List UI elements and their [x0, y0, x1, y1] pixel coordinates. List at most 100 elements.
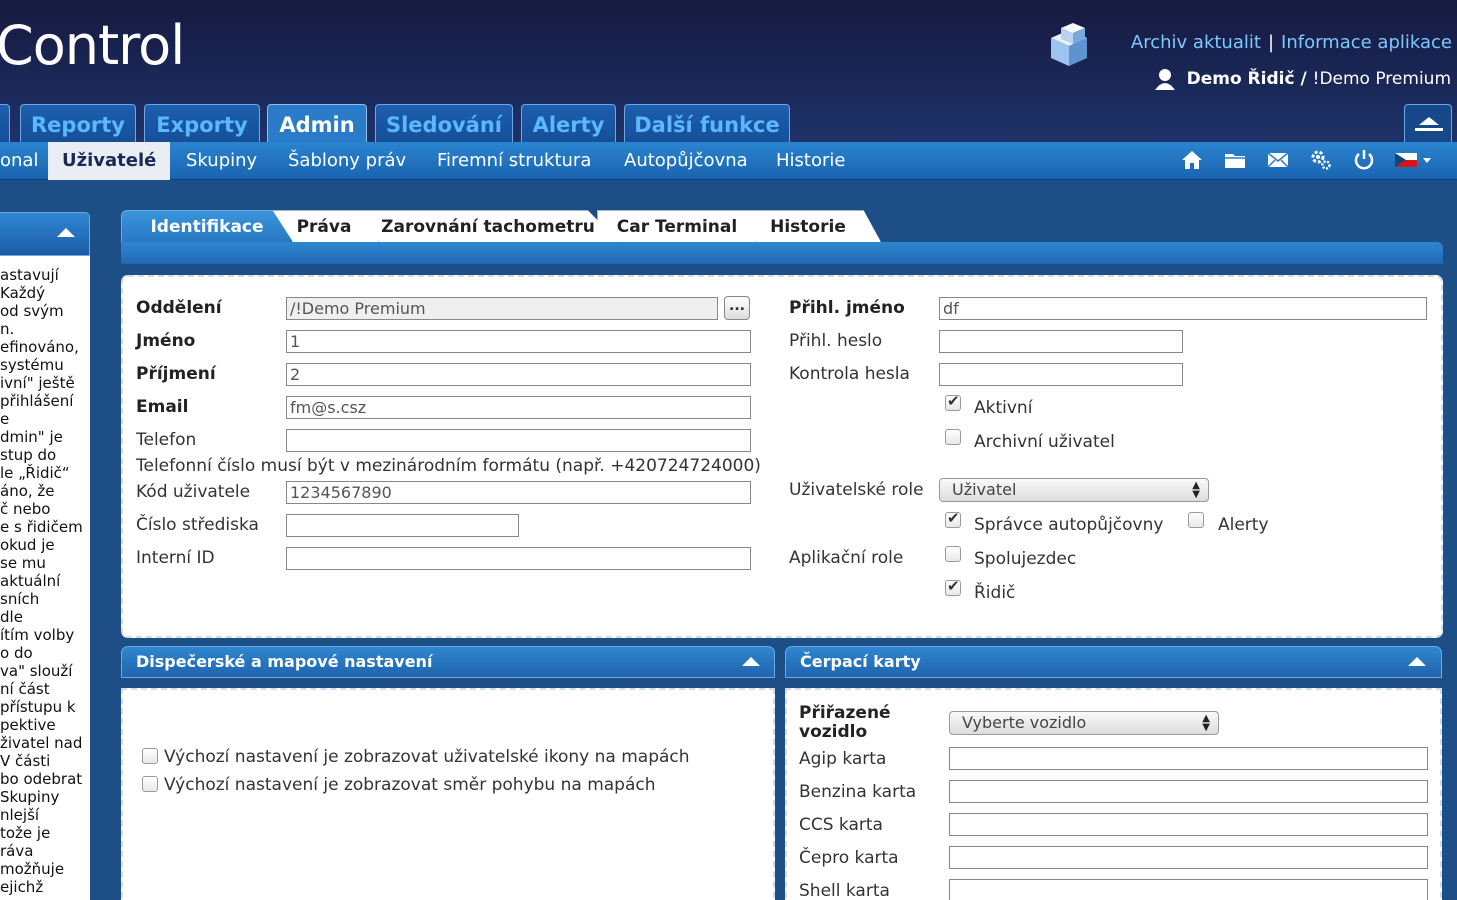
cost-center-field[interactable]: [286, 514, 519, 537]
collapse-header-button[interactable]: [1404, 104, 1452, 142]
news-archive-link[interactable]: Archiv aktualit: [1131, 32, 1261, 53]
agip-field[interactable]: [949, 747, 1428, 770]
cepro-field[interactable]: [949, 846, 1428, 869]
tab-dalsi-funkce[interactable]: Další funkce: [624, 104, 790, 144]
phone-field[interactable]: [286, 429, 751, 452]
ccs-label: CCS karta: [799, 815, 883, 835]
select-arrows-icon: ▲ ▼: [1202, 713, 1210, 733]
user-role-select[interactable]: Uživatel ▲ ▼: [939, 478, 1209, 502]
subnav-item-skupiny[interactable]: Skupiny: [186, 142, 257, 180]
user-icon: [1154, 69, 1175, 90]
help-panel: astavují Každý od svým n. efinováno, systému i…: [0, 212, 90, 900]
tab-alerty[interactable]: Alerty: [521, 104, 616, 144]
shell-field[interactable]: [949, 879, 1428, 900]
subnav-item-firemni-struktura[interactable]: Firemní struktura: [437, 142, 591, 180]
first-name-field[interactable]: 1: [286, 330, 751, 353]
show-direction-label: Výchozí nastavení je zobrazovat směr poh…: [164, 775, 656, 795]
active-label: Aktivní: [974, 398, 1033, 418]
user-name[interactable]: Demo Řidič: [1187, 69, 1295, 89]
app-role-label: Aplikační role: [789, 548, 904, 568]
tab-car-terminal[interactable]: Car Terminal: [597, 210, 757, 242]
home-icon[interactable]: [1180, 148, 1204, 172]
power-icon[interactable]: [1352, 148, 1376, 172]
password-confirm-field[interactable]: [939, 363, 1183, 386]
help-text-line: nlejší: [0, 806, 40, 824]
archived-checkbox[interactable]: [945, 429, 961, 445]
help-text-line: áno, že: [0, 482, 55, 500]
rental-admin-checkbox[interactable]: [945, 509, 961, 528]
department-browse-button[interactable]: ...: [724, 296, 750, 320]
help-text-line: ráva: [0, 842, 34, 860]
tab-zarovnani-tachometru[interactable]: Zarovnání tachometru: [357, 210, 619, 242]
shell-label: Shell karta: [799, 881, 890, 900]
agip-label: Agip karta: [799, 749, 887, 769]
nav-icons: [1180, 148, 1435, 172]
czech-flag-icon[interactable]: [1395, 148, 1435, 172]
tab-historie[interactable]: Historie: [735, 210, 881, 242]
last-name-field[interactable]: 2: [286, 363, 751, 386]
benzina-field[interactable]: [949, 780, 1428, 803]
active-checkbox[interactable]: [945, 392, 961, 411]
help-text-line: ivní" ještě: [0, 374, 75, 392]
show-direction-checkbox[interactable]: [142, 776, 158, 792]
folder-icon[interactable]: [1223, 148, 1247, 172]
mail-icon[interactable]: [1266, 148, 1290, 172]
help-text-line: le „Řidič“: [0, 464, 70, 482]
help-text-line: sních: [0, 590, 40, 608]
driver-checkbox[interactable]: [945, 577, 961, 596]
collapse-up-icon: [1415, 117, 1443, 131]
subnav-item-sablony-prav[interactable]: Šablony práv: [288, 142, 406, 180]
department-label: Oddělení: [136, 298, 222, 318]
internal-id-field[interactable]: [286, 547, 751, 570]
help-panel-header[interactable]: [0, 212, 90, 256]
help-text-line: n.: [0, 320, 15, 338]
subnav-item-personal[interactable]: onal: [0, 142, 38, 180]
settings-icon[interactable]: [1309, 148, 1333, 172]
help-text-line: okud je: [0, 536, 55, 554]
login-label: Přihl. jméno: [789, 298, 905, 318]
dispatch-panel-header[interactable]: Dispečerské a mapové nastavení: [121, 646, 775, 678]
subnav-item-uzivatele[interactable]: Uživatelé: [48, 142, 171, 180]
internal-id-label: Interní ID: [136, 548, 215, 568]
subnav-item-historie[interactable]: Historie: [776, 142, 845, 180]
first-name-label: Jméno: [136, 331, 196, 351]
fuel-cards-panel-header[interactable]: Čerpací karty: [785, 646, 1442, 678]
show-user-icons-checkbox[interactable]: [142, 748, 158, 764]
tab-admin[interactable]: Admin: [267, 104, 367, 144]
alerts-checkbox[interactable]: [1188, 512, 1204, 528]
user-separator: /: [1300, 69, 1307, 89]
tab-identifikace[interactable]: Identifikace: [121, 210, 293, 242]
phone-hint: Telefonní číslo musí být v mezinárodním …: [136, 456, 761, 476]
tab-exporty[interactable]: Exporty: [144, 104, 260, 144]
department-field: /!Demo Premium: [286, 297, 718, 320]
help-text-line: dle: [0, 608, 23, 626]
vehicle-select[interactable]: Vyberte vozidlo ▲ ▼: [949, 711, 1219, 735]
phone-label: Telefon: [136, 430, 197, 450]
driver-label: Řidič: [974, 583, 1016, 603]
help-text-line: přihlášení: [0, 392, 74, 410]
help-text-line: o do: [0, 644, 33, 662]
login-field[interactable]: df: [939, 297, 1427, 320]
help-text-line: se mu: [0, 554, 46, 572]
ccs-field[interactable]: [949, 813, 1428, 836]
user-info: Demo Řidič / !Demo Premium: [1154, 68, 1451, 90]
last-name-label: Příjmení: [136, 364, 216, 384]
help-text-line: va" slouží: [0, 662, 73, 680]
tab-reporty[interactable]: Reporty: [20, 104, 136, 144]
dispatch-panel: Výchozí nastavení je zobrazovat uživatel…: [121, 688, 775, 900]
fuel-cards-panel: Přiřazené vozidlo Vyberte vozidlo ▲ ▼ Agip…: [785, 688, 1442, 900]
tab-partial[interactable]: [0, 104, 10, 144]
user-code-field[interactable]: 1234567890: [286, 481, 751, 504]
app-info-link[interactable]: Informace aplikace: [1281, 32, 1452, 53]
help-text-line: stup do: [0, 446, 57, 464]
help-text-line: Každý: [0, 284, 46, 302]
help-text-line: Skupiny: [0, 788, 60, 806]
subnav-item-autopujcovna[interactable]: Autopůjčovna: [624, 142, 748, 180]
codriver-checkbox[interactable]: [945, 546, 961, 562]
tab-sledovani[interactable]: Sledování: [375, 104, 513, 144]
fuel-cards-panel-title: Čerpací karty: [800, 652, 921, 671]
password-field[interactable]: [939, 330, 1183, 353]
user-role-value: Uživatel: [952, 480, 1017, 499]
email-field[interactable]: fm@s.csz: [286, 396, 751, 419]
dispatch-panel-title: Dispečerské a mapové nastavení: [136, 652, 433, 671]
